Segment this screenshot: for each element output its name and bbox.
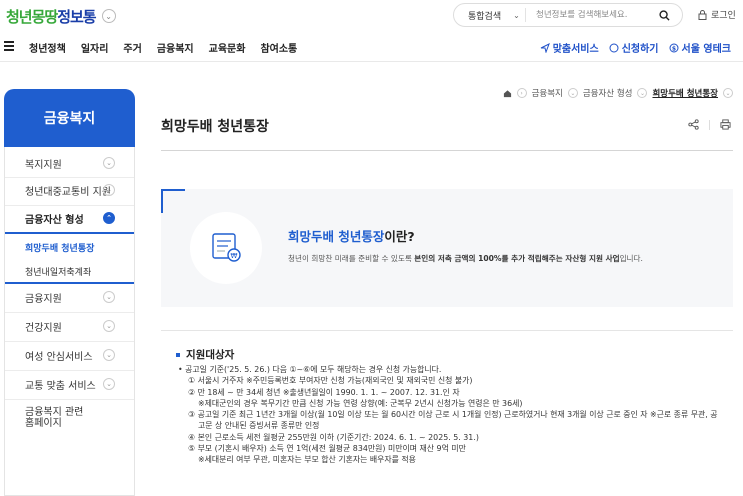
intro-title: 희망두배 청년통장이란?: [288, 229, 415, 244]
search-icon: [658, 9, 670, 21]
custom-service-link[interactable]: 맞춤서비스: [540, 40, 599, 55]
svg-text:₩: ₩: [231, 252, 238, 260]
search-type-select[interactable]: 통합검색 ⌄: [454, 8, 526, 22]
sidebar-item-traffic[interactable]: 교통 맞춤 서비스 ⌄: [5, 373, 134, 395]
sidebar-item-welfare[interactable]: 복지지원 ⌄: [5, 152, 134, 174]
print-icon[interactable]: [720, 119, 731, 130]
top-bar: 청년몽땅정보통 ⌄ 통합검색 ⌄ 로그인: [0, 0, 743, 32]
list-item: ⑤ 부모 (기혼시 배우자) 소득 연 1억(세전 월평균 834만원) 미만이…: [188, 444, 466, 454]
search-input[interactable]: [536, 10, 654, 20]
sidebar-subitem-savings[interactable]: 청년내일저축계좌: [5, 265, 134, 278]
chevron-down-icon[interactable]: ⌄: [723, 88, 733, 98]
share-icon[interactable]: [688, 119, 699, 130]
chat-icon: [609, 43, 619, 52]
nav-item[interactable]: 주거: [123, 40, 141, 55]
chevron-up-icon: ⌃: [103, 212, 115, 224]
nav-item[interactable]: 참여소통: [260, 40, 297, 55]
section-divider: [161, 330, 733, 331]
search-button[interactable]: [654, 5, 674, 25]
sidebar-item-asset[interactable]: 금융자산 형성 ⌃: [5, 206, 134, 230]
chevron-down-icon: ⌄: [103, 378, 115, 390]
svg-text:$: $: [671, 45, 675, 52]
sidebar-item-transport[interactable]: 청년대중교통비 지원 ⌄: [5, 178, 134, 202]
home-icon: [503, 89, 511, 97]
nav-item[interactable]: 교육문화: [209, 40, 246, 55]
menu-icon[interactable]: [4, 41, 14, 51]
nav-item[interactable]: 일자리: [81, 40, 109, 55]
chevron-down-icon[interactable]: ⌄: [637, 88, 648, 98]
nav-item[interactable]: 청년정책: [29, 40, 66, 55]
chevron-down-icon: ⌄: [513, 10, 520, 20]
chevron-down-icon: ⌄: [103, 291, 115, 303]
coin-icon: $: [669, 43, 679, 52]
intro-description: 청년이 희망찬 미래를 준비할 수 있도록 본인의 저축 금액의 100%를 추…: [288, 254, 643, 263]
sidebar-item-women-safety[interactable]: 여성 안심서비스 ⌄: [5, 344, 134, 366]
chevron-down-icon: ⌄: [103, 157, 115, 169]
login-link[interactable]: 로그인: [698, 8, 736, 21]
page-tools: [688, 119, 731, 130]
intro-corner-accent: [161, 189, 185, 213]
nav-item[interactable]: 금융복지: [157, 40, 194, 55]
breadcrumb-item[interactable]: 금융자산 형성: [583, 87, 633, 99]
sidebar-item-related-sites[interactable]: 금융복지 관련 홈페이지: [5, 405, 134, 431]
chevron-down-icon: ⌄: [103, 184, 115, 196]
breadcrumb-item[interactable]: 금융복지: [532, 87, 563, 99]
sidebar-subitem-hope[interactable]: 희망두배 청년통장: [5, 241, 134, 254]
section-title: 지원대상자: [176, 347, 234, 362]
sidebar-item-finance[interactable]: 금융지원 ⌄: [5, 286, 134, 308]
list-item: ② 만 18세 ~ 만 34세 청년 ※출생년월일이 1990. 1. 1. ~…: [188, 387, 460, 397]
bullet-square-icon: [176, 352, 180, 357]
list-item: ③ 공고일 기준 최근 1년간 3개월 이상(월 10일 이상 또는 월 60시…: [188, 410, 718, 420]
lock-icon: [698, 9, 707, 20]
title-divider: [161, 150, 733, 151]
list-item: ① 서울시 거주자 ※주민등록번호 부여자만 신청 가능(재외국인 및 재외국민…: [188, 376, 473, 386]
sidebar: 복지지원 ⌄ 청년대중교통비 지원 ⌄ 금융자산 형성 ⌃ 희망두배 청년통장 청년내…: [4, 147, 135, 496]
young-tech-link[interactable]: $ 서울 영테크: [669, 40, 731, 55]
list-item: ④ 본인 근로소득 세전 월평균 255만원 이하 (기준기간: 2024. 6…: [188, 432, 479, 442]
chevron-down-icon[interactable]: ⌄: [567, 88, 578, 98]
breadcrumb: › 금융복지 ⌄ 금융자산 형성 ⌄ 희망두배 청년통장 ⌄: [503, 87, 733, 99]
eligibility-list: • 공고일 기준('25. 5. 26.) 다음 ①~⑥에 모두 해당하는 경우…: [178, 364, 733, 466]
list-item: ※세대분리 여부 무관, 미혼자는 부모 합산 기혼자는 배우자를 적용: [198, 455, 416, 465]
list-item: ※제대군인의 경우 복무기간 만큼 신청 가능 연령 상향(예: 군복무 2년시…: [198, 398, 523, 408]
search-bar: 통합검색 ⌄: [453, 3, 683, 27]
logo-text: 청년몽땅정보통: [6, 7, 97, 26]
global-nav: 청년정책 일자리 주거 금융복지 교육문화 참여소통 맞춤서비스 신청하기 $ 서…: [0, 32, 743, 62]
list-item: 고문 상 안내된 증빙서류 종류만 인정: [198, 421, 320, 431]
chevron-right-icon: ›: [516, 88, 527, 98]
sidebar-item-health[interactable]: 건강지원 ⌄: [5, 315, 134, 337]
sidebar-title: 금융복지: [4, 89, 135, 147]
site-logo[interactable]: 청년몽땅정보통 ⌄: [6, 6, 116, 26]
breadcrumb-current[interactable]: 희망두배 청년통장: [652, 87, 718, 99]
document-coin-icon: ₩: [212, 233, 241, 262]
apply-link[interactable]: 신청하기: [609, 40, 659, 55]
list-item: • 공고일 기준('25. 5. 26.) 다음 ①~⑥에 모두 해당하는 경우…: [178, 365, 442, 374]
intro-illustration: ₩: [190, 212, 262, 284]
chevron-down-icon[interactable]: ⌄: [101, 9, 116, 23]
page-title: 희망두배 청년통장: [161, 119, 269, 135]
chevron-down-icon: ⌄: [103, 349, 115, 361]
chevron-down-icon: ⌄: [103, 320, 115, 332]
send-icon: [540, 42, 550, 53]
